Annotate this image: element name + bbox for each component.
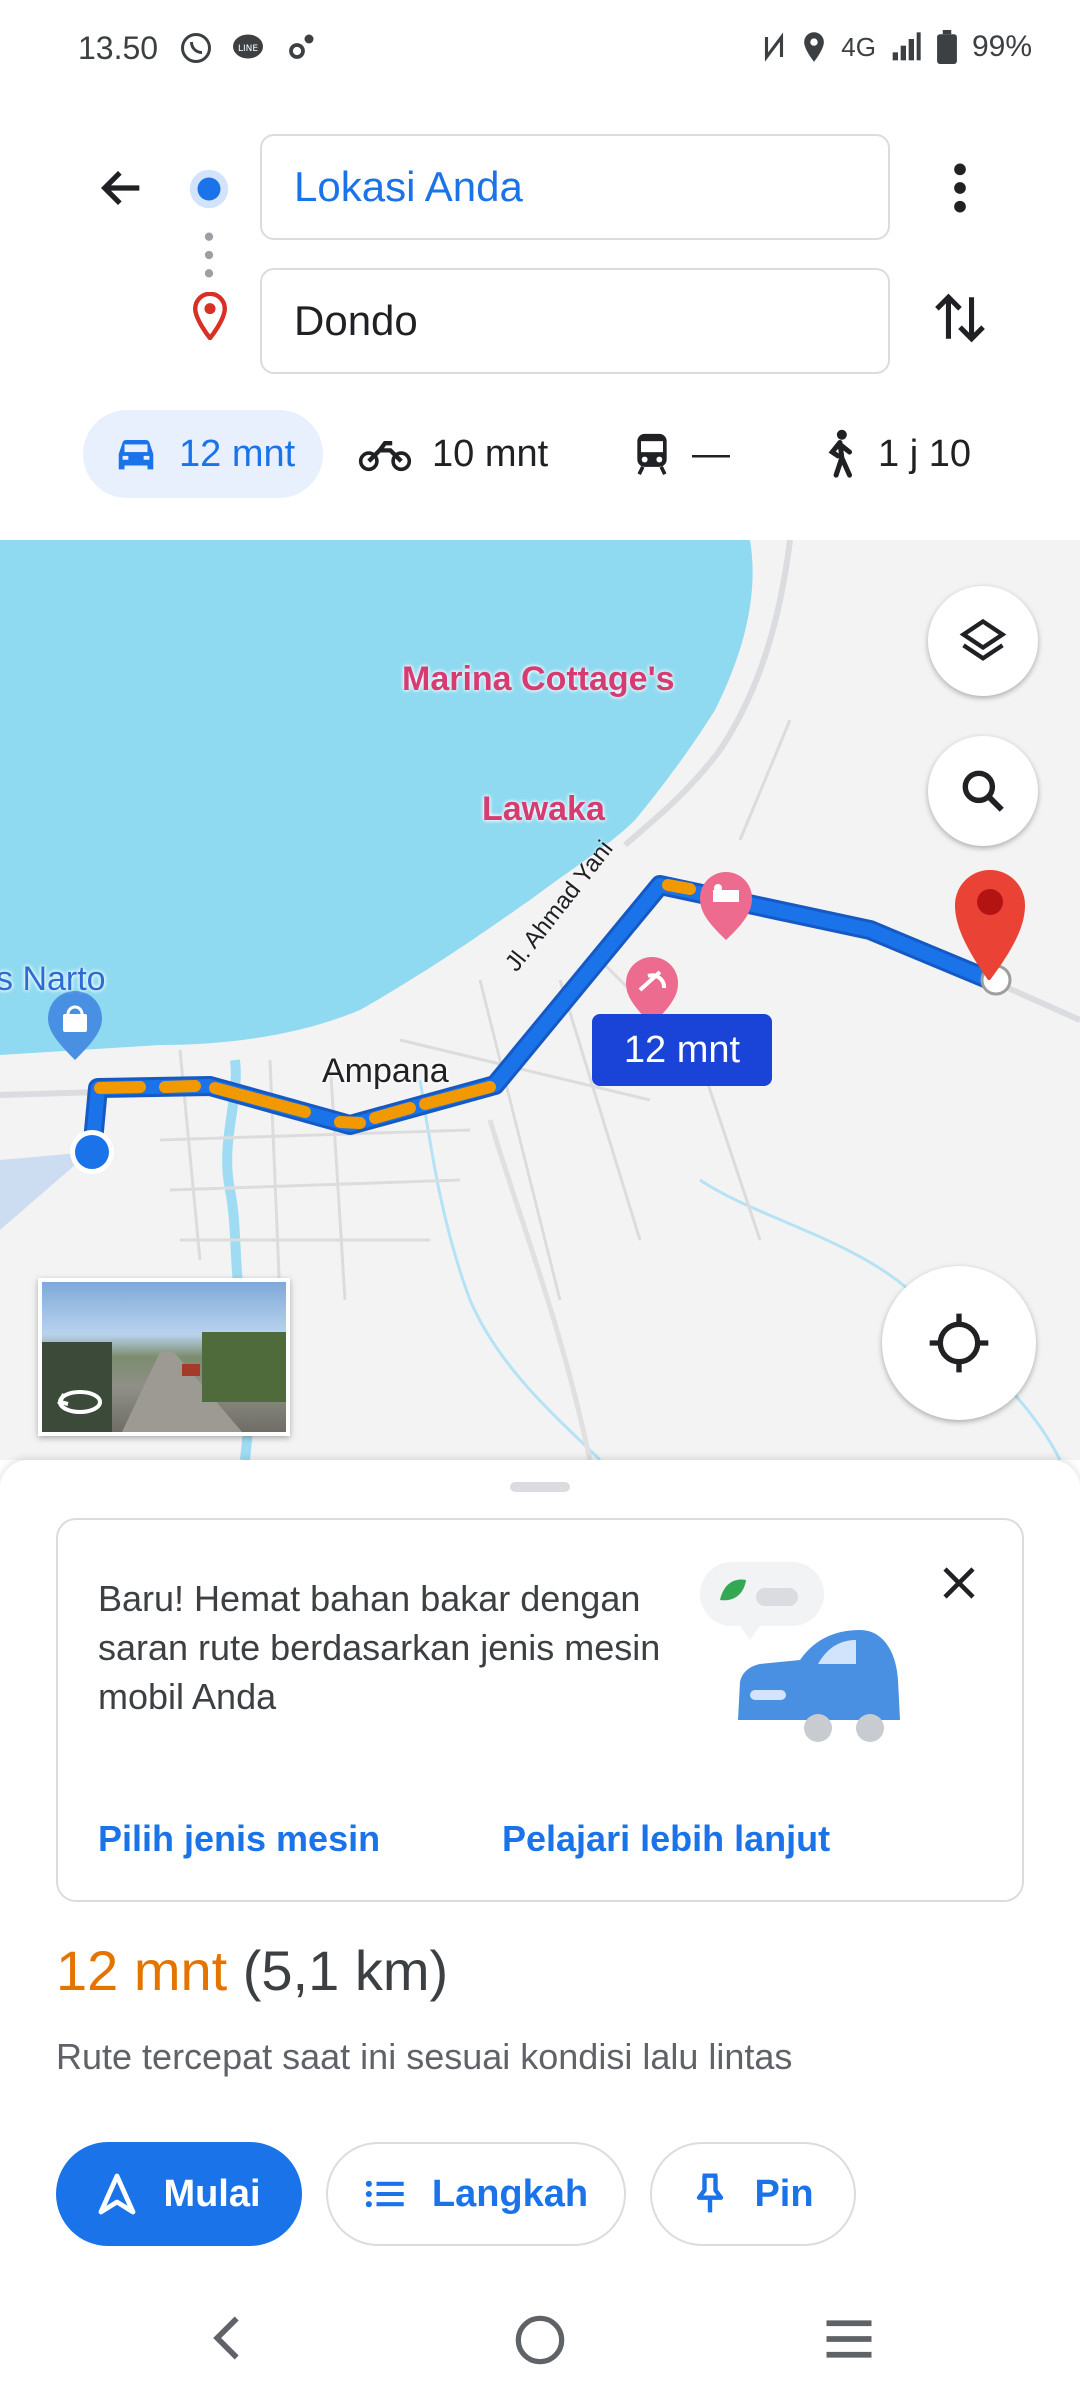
battery-icon [937, 30, 957, 64]
origin-input[interactable]: Lokasi Anda [260, 134, 890, 240]
steps-button[interactable]: Langkah [326, 2142, 626, 2246]
mode-transit-label: — [692, 432, 730, 475]
mode-motorcycle-label: 10 mnt [432, 432, 549, 475]
eta-time: 12 mnt [56, 1939, 228, 2002]
map-view[interactable]: Marina Cottage's Lawaka s Narto Ampana J… [0, 540, 1080, 1460]
learn-more-link[interactable]: Pelajari lebih lanjut [502, 1818, 830, 1860]
battery-level: 99% [971, 30, 1032, 63]
traffic-segment-7 [662, 879, 696, 895]
map-label-ampana: Ampana [322, 1052, 449, 1090]
motorcycle-icon [358, 441, 412, 472]
choose-engine-link[interactable]: Pilih jenis mesin [98, 1818, 380, 1860]
map-label-marina[interactable]: Marina Cottage's [402, 660, 675, 699]
route-time-callout[interactable]: 12 mnt [592, 1014, 772, 1086]
steps-label: Langkah [431, 2172, 589, 2215]
nav-back-icon[interactable] [208, 2312, 248, 2364]
signal-icon [892, 32, 921, 61]
swap-icon[interactable] [932, 288, 988, 348]
current-location-icon [70, 1130, 114, 1174]
eco-car-illustration-icon [700, 1562, 900, 1742]
route-distance: (5,1 km) [242, 1939, 449, 2002]
traffic-segment-4 [334, 1116, 366, 1129]
start-label: Mulai [163, 2172, 261, 2215]
origin-dot-icon [189, 169, 229, 209]
system-nav-bar [0, 2270, 1080, 2388]
search-icon [962, 770, 1004, 812]
promo-text: Baru! Hemat bahan bakar dengan saran rut… [98, 1578, 661, 1717]
route-description: Rute tercepat saat ini sesuai kondisi la… [56, 2036, 793, 2077]
network-type: 4G [841, 31, 876, 62]
mode-car-tab[interactable]: 12 mnt [83, 410, 323, 498]
whatsapp-icon [181, 33, 211, 63]
traffic-segment-2 [159, 1080, 201, 1093]
map-label-lawaka[interactable]: Lawaka [482, 790, 605, 829]
mode-motorcycle-tab[interactable]: 10 mnt [358, 410, 548, 498]
location-icon [804, 32, 825, 62]
mode-walk-tab[interactable]: 1 j 10 [818, 410, 971, 498]
layers-button[interactable] [928, 586, 1038, 696]
back-arrow-icon[interactable] [96, 162, 148, 214]
mode-walk-label: 1 j 10 [878, 432, 971, 475]
nav-recents-icon[interactable] [822, 2318, 876, 2360]
map-label-narto[interactable]: s Narto [0, 960, 106, 999]
rotate-360-icon [57, 1390, 102, 1414]
start-button[interactable]: Mulai [56, 2142, 302, 2246]
settings-notification-icon [289, 34, 314, 59]
pin-button[interactable]: Pin [650, 2142, 856, 2246]
status-time: 13.50 [78, 30, 159, 66]
walk-icon [828, 429, 853, 478]
mode-car-label: 12 mnt [179, 432, 296, 475]
route-dots-icon [204, 232, 214, 278]
road-west [0, 1089, 101, 1098]
pin-icon [697, 2173, 724, 2213]
sheet-drag-handle[interactable] [510, 1482, 570, 1492]
car-icon [118, 440, 154, 470]
nfc-icon [765, 32, 784, 62]
transit-icon [637, 433, 667, 475]
layers-icon [959, 618, 1007, 661]
crosshair-icon [929, 1313, 989, 1373]
map-search-button[interactable] [928, 736, 1038, 846]
close-icon[interactable] [938, 1562, 980, 1604]
mode-transit-tab[interactable]: — [632, 410, 730, 498]
destination-pin-icon [193, 292, 227, 340]
pin-label: Pin [754, 2172, 814, 2215]
street-view-thumbnail[interactable] [38, 1278, 290, 1436]
nav-home-icon[interactable] [514, 2314, 566, 2366]
navigation-arrow-icon [99, 2173, 136, 2215]
line-icon: LINE [233, 34, 263, 59]
status-bar: 13.50 LINE 4G 99% [0, 0, 1080, 100]
route-summary: 12 mnt (5,1 km) [56, 1938, 448, 2003]
notification-icons: LINE [178, 30, 318, 66]
destination-input[interactable]: Dondo [260, 268, 890, 374]
traffic-segment-1 [94, 1081, 146, 1094]
my-location-button[interactable] [882, 1266, 1036, 1420]
list-icon [365, 2180, 404, 2208]
more-options-icon[interactable] [940, 160, 980, 216]
status-indicators: 4G 99% [761, 30, 1032, 64]
svg-text:LINE: LINE [238, 44, 258, 54]
